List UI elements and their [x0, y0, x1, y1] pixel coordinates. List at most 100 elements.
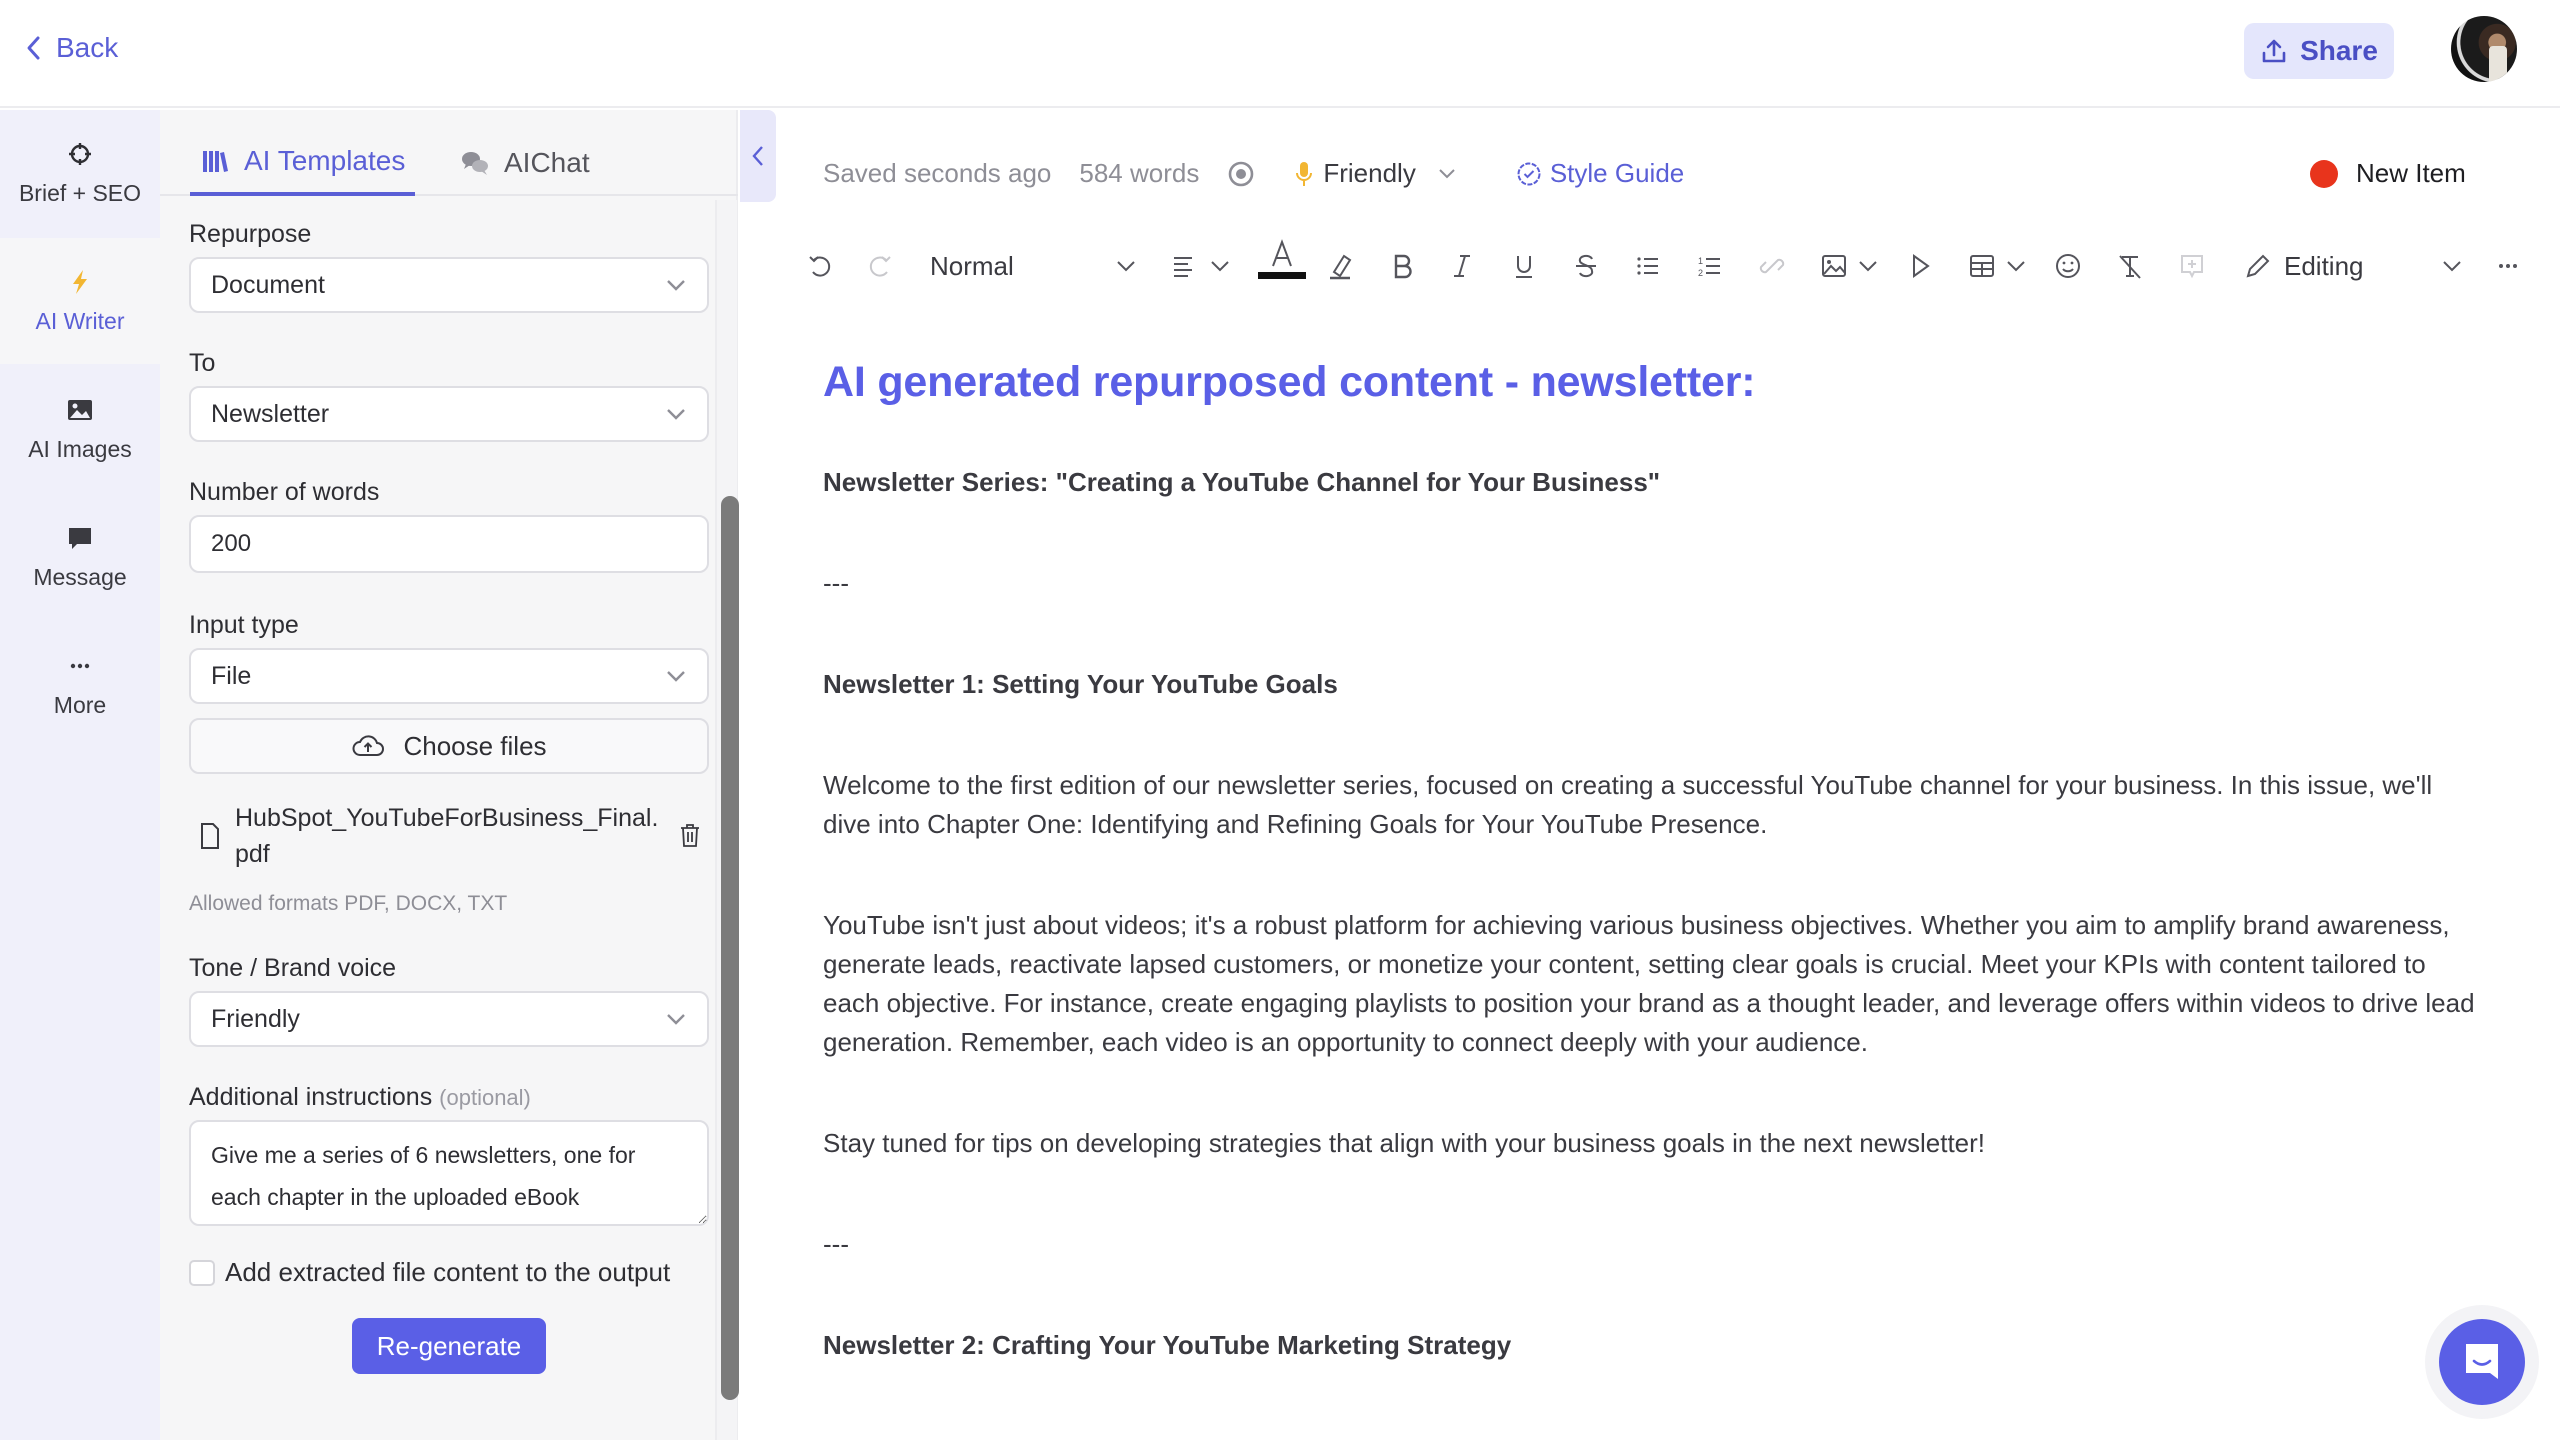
link-icon	[1759, 258, 1785, 274]
tab-ai-templates[interactable]: AI Templates	[190, 130, 416, 196]
editor: Saved seconds ago 584 words Friendly Sty…	[776, 110, 2560, 1440]
svg-text:2: 2	[1698, 268, 1703, 278]
paragraph-style-value: Normal	[930, 250, 1014, 281]
chevron-down-icon	[1117, 261, 1135, 272]
nav-item-ai-writer[interactable]: AI Writer	[0, 238, 160, 364]
table-icon	[1970, 255, 1994, 277]
regenerate-button[interactable]: Re-generate	[352, 1318, 546, 1374]
chevron-down-icon	[1859, 261, 1877, 272]
add-comment-button[interactable]	[2178, 250, 2206, 282]
insert-video-button[interactable]	[1906, 250, 1934, 282]
badge-check-icon	[1517, 162, 1541, 185]
insert-image-button[interactable]	[1820, 250, 1848, 282]
repurpose-select[interactable]: Document	[189, 257, 709, 313]
insert-table-chevron[interactable]	[2006, 250, 2026, 282]
svg-text:1: 1	[1698, 256, 1703, 266]
nav-item-more[interactable]: More	[0, 622, 160, 748]
new-item-label: New Item	[2356, 158, 2466, 188]
nav-item-ai-images[interactable]: AI Images	[0, 366, 160, 492]
checkbox-label: Add extracted file content to the output	[225, 1257, 671, 1287]
bullet-list-button[interactable]	[1634, 250, 1662, 282]
tone-label: Friendly	[1323, 158, 1416, 188]
back-button[interactable]: Back	[24, 32, 118, 64]
paragraph-style-dropdown[interactable]: Normal	[930, 250, 1014, 282]
repurpose-value: Document	[211, 270, 325, 299]
chevron-left-icon	[27, 36, 40, 60]
chevron-down-icon	[667, 671, 685, 682]
tone-label: Tone / Brand voice	[189, 954, 397, 982]
image-icon	[68, 399, 92, 420]
chat-smile-icon	[2466, 1344, 2498, 1379]
trash-icon[interactable]	[679, 822, 701, 848]
tone-dropdown[interactable]: Friendly	[1295, 158, 1455, 189]
editing-mode-chevron[interactable]	[2442, 250, 2462, 282]
newsletter-1-heading: Newsletter 1: Setting Your YouTube Goals	[823, 669, 1338, 699]
input-type-select[interactable]: File	[189, 648, 709, 704]
editing-mode-label: Editing	[2284, 250, 2364, 281]
user-avatar[interactable]	[2451, 16, 2517, 82]
word-count: 584 words	[1079, 158, 1200, 188]
document-title: AI generated repurposed content - newsle…	[823, 358, 1756, 406]
tab-label: AIChat	[504, 147, 590, 178]
numbered-list-button[interactable]: 12	[1696, 250, 1724, 282]
to-select[interactable]: Newsletter	[189, 386, 709, 442]
chevron-down-icon	[1211, 261, 1229, 272]
status-bar: Saved seconds ago 584 words Friendly Sty…	[823, 158, 1684, 189]
bold-icon	[1394, 254, 1412, 279]
support-chat-button[interactable]	[2439, 1319, 2525, 1405]
formatting-toolbar: Normal 12 Editing	[806, 239, 2546, 292]
image-icon	[1822, 255, 1846, 277]
share-button[interactable]: Share	[2244, 23, 2394, 79]
insert-table-button[interactable]	[1968, 250, 1996, 282]
clear-formatting-button[interactable]	[2116, 250, 2144, 282]
paragraph-2: YouTube isn't just about videos; it's a …	[823, 910, 2475, 1057]
scrollbar-thumb[interactable]	[721, 496, 739, 1400]
underline-button[interactable]	[1510, 250, 1538, 282]
highlight-button[interactable]	[1326, 250, 1354, 282]
nav-label: AI Images	[28, 435, 132, 462]
paragraph-style-chevron[interactable]	[1116, 250, 1136, 282]
nav-item-brief-seo[interactable]: Brief + SEO	[0, 110, 160, 236]
emoji-button[interactable]	[2054, 250, 2082, 282]
paragraph-3: Stay tuned for tips on developing strate…	[823, 1128, 1986, 1158]
text-color-button[interactable]	[1258, 239, 1306, 279]
cloud-upload-icon	[352, 735, 385, 756]
panel-scrollbar[interactable]	[715, 200, 739, 1440]
chevron-down-icon	[667, 1014, 685, 1025]
saved-status: Saved seconds ago	[823, 158, 1052, 188]
tab-aichat[interactable]: AIChat	[450, 130, 600, 196]
chevron-down-icon	[2007, 261, 2025, 272]
instructions-textarea[interactable]: Give me a series of 6 newsletters, one f…	[189, 1120, 709, 1226]
collapse-panel-button[interactable]	[740, 110, 776, 202]
italic-button[interactable]	[1448, 250, 1476, 282]
chevron-down-icon	[1439, 168, 1455, 178]
instructions-label-text: Additional instructions	[189, 1083, 433, 1111]
bold-button[interactable]	[1388, 250, 1416, 282]
nav-item-message[interactable]: Message	[0, 494, 160, 620]
new-item-status[interactable]: New Item	[2310, 158, 2466, 189]
document-content[interactable]: AI generated repurposed content - newsle…	[823, 342, 2483, 1365]
tone-select[interactable]: Friendly	[189, 991, 709, 1047]
words-input[interactable]	[189, 515, 709, 573]
style-guide-button[interactable]: Style Guide	[1516, 158, 1684, 189]
strikethrough-button[interactable]	[1572, 250, 1600, 282]
more-options-button[interactable]	[2494, 250, 2522, 282]
style-guide-label: Style Guide	[1549, 158, 1685, 188]
editing-mode-dropdown[interactable]: Editing	[2244, 250, 2364, 282]
uploaded-file: HubSpot_YouTubeForBusiness_Final.pdf	[189, 800, 709, 872]
preview-eye-icon[interactable]	[1227, 160, 1255, 188]
extracted-content-checkbox[interactable]	[189, 1259, 215, 1286]
series-heading: Newsletter Series: "Creating a YouTube C…	[823, 467, 1661, 497]
share-upload-icon	[2262, 39, 2286, 63]
choose-files-button[interactable]: Choose files	[189, 718, 709, 774]
words-label: Number of words	[189, 478, 380, 506]
comment-add-icon	[2181, 255, 2203, 279]
align-chevron[interactable]	[1210, 250, 1230, 282]
align-button[interactable]	[1170, 250, 1198, 282]
text-color-icon	[1258, 239, 1306, 279]
redo-button[interactable]	[866, 250, 894, 282]
link-button[interactable]	[1758, 250, 1786, 282]
insert-image-chevron[interactable]	[1858, 250, 1878, 282]
undo-button[interactable]	[806, 250, 834, 282]
share-label: Share	[2300, 35, 2378, 66]
